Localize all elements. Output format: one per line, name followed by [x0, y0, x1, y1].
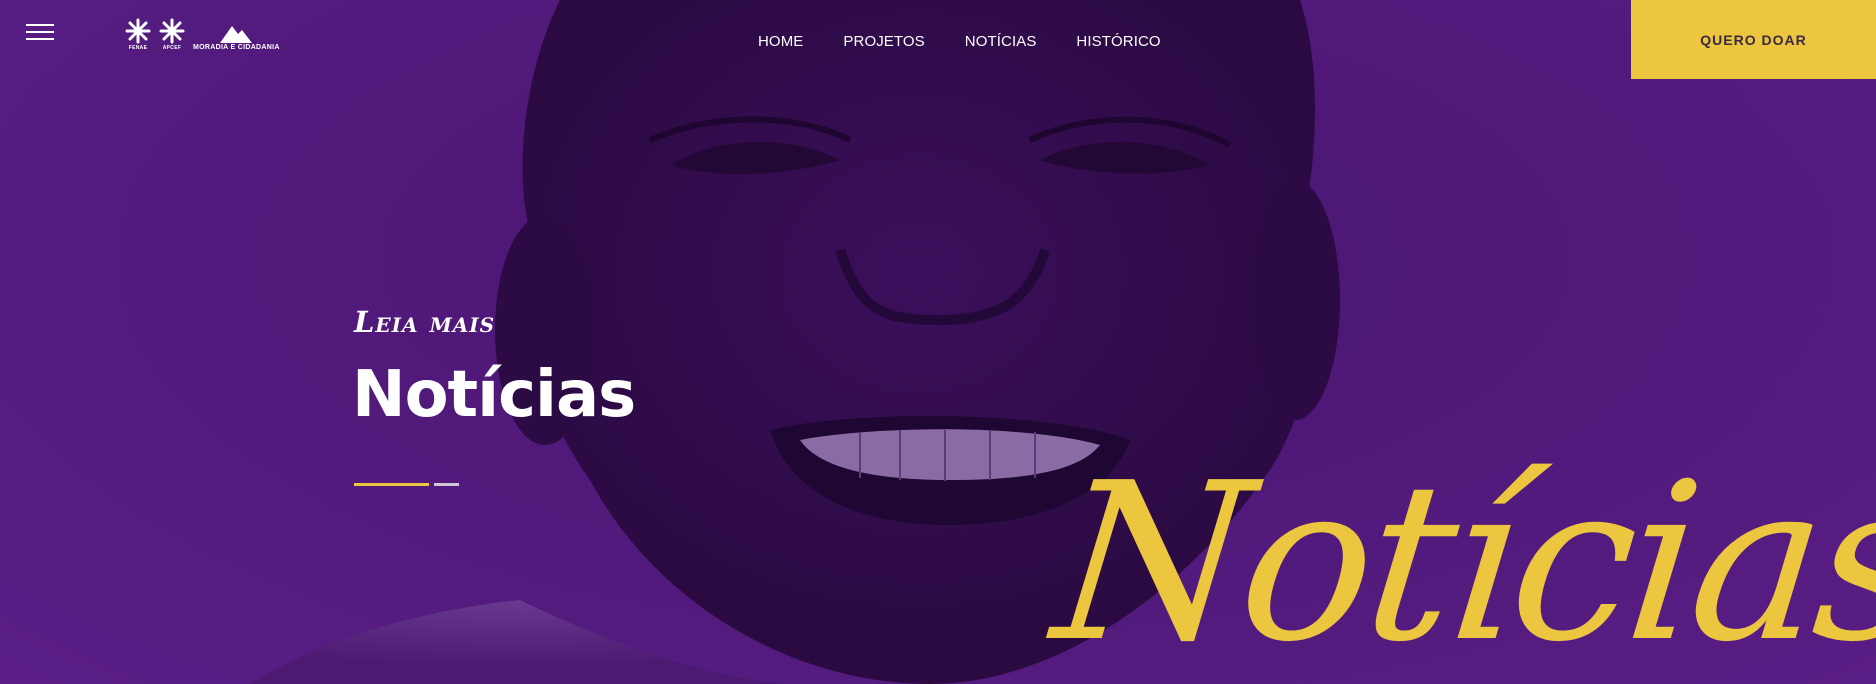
hero-eyebrow: Leia mais	[354, 305, 496, 339]
nav-historico[interactable]: HISTÓRICO	[1076, 33, 1160, 50]
nav-home[interactable]: HOME	[758, 33, 803, 50]
main-nav: HOME PROJETOS NOTÍCIAS HISTÓRICO	[758, 33, 1161, 50]
page-title: Notícias	[352, 358, 636, 432]
underline-secondary	[434, 483, 459, 486]
logo-moradia-text: MORADIA E CIDADANIA	[193, 44, 280, 51]
partner-logos[interactable]: FENAE APCEF MORADIA E CIDADANIA	[125, 18, 280, 51]
logo-fenae-text: FENAE	[128, 45, 148, 51]
donate-button[interactable]: QUERO DOAR	[1631, 0, 1876, 79]
logo-moradia-cidadania[interactable]: MORADIA E CIDADANIA	[193, 22, 280, 51]
underline-accent	[354, 483, 429, 486]
nav-projetos[interactable]: PROJETOS	[843, 33, 924, 50]
title-underline	[354, 483, 459, 486]
nav-noticias[interactable]: NOTÍCIAS	[965, 33, 1037, 50]
logo-apcef-text: APCEF	[162, 45, 182, 51]
logo-apcef[interactable]: APCEF	[159, 18, 185, 51]
decorative-script-heading: Notícias	[1044, 437, 1876, 684]
hero-section: FENAE APCEF MORADIA E CIDADANIA HOME PRO…	[0, 0, 1876, 684]
hamburger-menu-icon[interactable]	[26, 24, 54, 44]
logo-fenae[interactable]: FENAE	[125, 18, 151, 51]
